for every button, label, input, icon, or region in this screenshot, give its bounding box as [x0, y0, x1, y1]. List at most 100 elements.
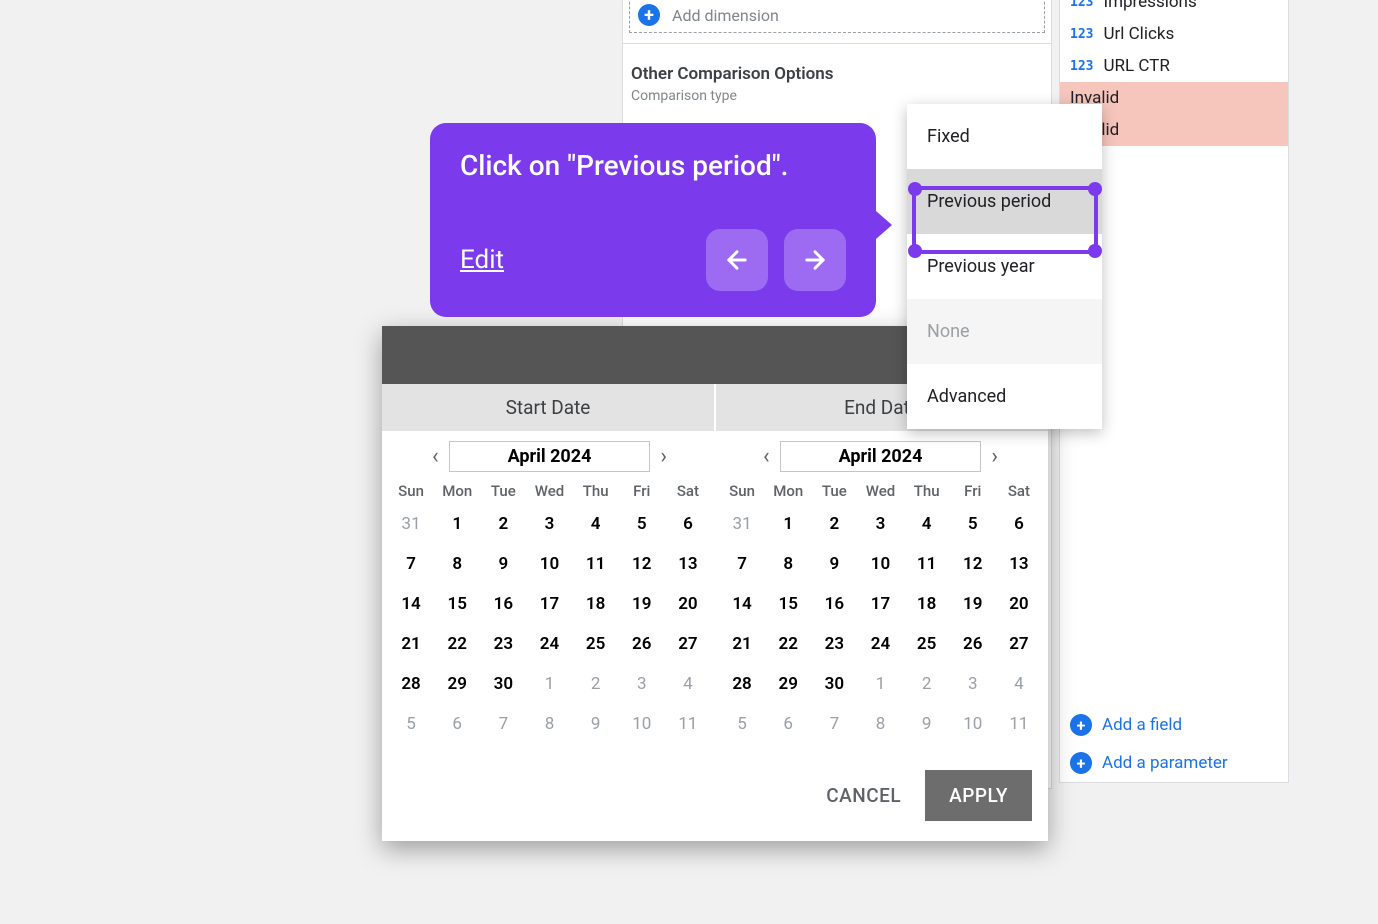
calendar-day[interactable]: 3	[950, 664, 996, 704]
calendar-day[interactable]: 7	[480, 704, 526, 744]
add-field-link[interactable]: + Add a field	[1060, 706, 1288, 744]
calendar-day[interactable]: 30	[480, 664, 526, 704]
calendar-day[interactable]: 4	[904, 504, 950, 544]
calendar-day[interactable]: 11	[665, 704, 711, 744]
calendar-day[interactable]: 15	[765, 584, 811, 624]
calendar-day[interactable]: 22	[765, 624, 811, 664]
calendar-day[interactable]: 1	[526, 664, 572, 704]
calendar-day[interactable]: 31	[719, 504, 765, 544]
option-advanced[interactable]: Advanced	[907, 364, 1102, 429]
calendar-day[interactable]: 14	[388, 584, 434, 624]
add-parameter-link[interactable]: + Add a parameter	[1060, 744, 1288, 782]
calendar-day[interactable]: 13	[996, 544, 1042, 584]
tooltip-prev-button[interactable]	[706, 229, 768, 291]
calendar-day[interactable]: 4	[573, 504, 619, 544]
calendar-day[interactable]: 26	[950, 624, 996, 664]
calendar-day[interactable]: 8	[434, 544, 480, 584]
calendar-day[interactable]: 10	[526, 544, 572, 584]
calendar-day[interactable]: 10	[619, 704, 665, 744]
month-label[interactable]: April 2024	[449, 441, 651, 472]
next-month-button[interactable]: ›	[987, 444, 1002, 469]
calendar-day[interactable]: 12	[619, 544, 665, 584]
field-item[interactable]: 123URL CTR	[1060, 50, 1288, 82]
calendar-day[interactable]: 11	[573, 544, 619, 584]
calendar-day[interactable]: 25	[573, 624, 619, 664]
calendar-day[interactable]: 6	[665, 504, 711, 544]
calendar-day[interactable]: 23	[811, 624, 857, 664]
calendar-day[interactable]: 6	[996, 504, 1042, 544]
calendar-day[interactable]: 9	[904, 704, 950, 744]
calendar-day[interactable]: 3	[619, 664, 665, 704]
apply-button[interactable]: APPLY	[925, 770, 1032, 821]
field-item[interactable]: 123Impressions	[1060, 0, 1288, 18]
calendar-day[interactable]: 12	[950, 544, 996, 584]
option-previous-year[interactable]: Previous year	[907, 234, 1102, 299]
calendar-day[interactable]: 3	[526, 504, 572, 544]
calendar-day[interactable]: 16	[811, 584, 857, 624]
calendar-day[interactable]: 23	[480, 624, 526, 664]
calendar-day[interactable]: 19	[619, 584, 665, 624]
option-fixed[interactable]: Fixed	[907, 104, 1102, 169]
calendar-day[interactable]: 8	[857, 704, 903, 744]
calendar-day[interactable]: 7	[811, 704, 857, 744]
prev-month-button[interactable]: ‹	[759, 444, 774, 469]
calendar-day[interactable]: 20	[665, 584, 711, 624]
month-label[interactable]: April 2024	[780, 441, 982, 472]
calendar-day[interactable]: 6	[434, 704, 480, 744]
option-none[interactable]: None	[907, 299, 1102, 364]
calendar-day[interactable]: 10	[857, 544, 903, 584]
calendar-day[interactable]: 5	[619, 504, 665, 544]
calendar-day[interactable]: 19	[950, 584, 996, 624]
calendar-day[interactable]: 5	[719, 704, 765, 744]
start-date-tab[interactable]: Start Date	[382, 384, 716, 431]
calendar-day[interactable]: 25	[904, 624, 950, 664]
calendar-day[interactable]: 29	[765, 664, 811, 704]
calendar-day[interactable]: 4	[665, 664, 711, 704]
calendar-day[interactable]: 27	[996, 624, 1042, 664]
calendar-day[interactable]: 7	[388, 544, 434, 584]
calendar-day[interactable]: 29	[434, 664, 480, 704]
calendar-day[interactable]: 31	[388, 504, 434, 544]
calendar-day[interactable]: 5	[388, 704, 434, 744]
calendar-day[interactable]: 9	[480, 544, 526, 584]
calendar-day[interactable]: 15	[434, 584, 480, 624]
calendar-day[interactable]: 22	[434, 624, 480, 664]
calendar-day[interactable]: 21	[388, 624, 434, 664]
tooltip-edit-link[interactable]: Edit	[460, 245, 504, 275]
calendar-day[interactable]: 17	[857, 584, 903, 624]
calendar-day[interactable]: 18	[904, 584, 950, 624]
calendar-day[interactable]: 13	[665, 544, 711, 584]
tooltip-next-button[interactable]	[784, 229, 846, 291]
calendar-day[interactable]: 3	[857, 504, 903, 544]
calendar-day[interactable]: 8	[765, 544, 811, 584]
calendar-day[interactable]: 24	[857, 624, 903, 664]
calendar-day[interactable]: 7	[719, 544, 765, 584]
calendar-day[interactable]: 11	[904, 544, 950, 584]
next-month-button[interactable]: ›	[656, 444, 671, 469]
calendar-day[interactable]: 9	[573, 704, 619, 744]
calendar-day[interactable]: 5	[950, 504, 996, 544]
calendar-day[interactable]: 8	[526, 704, 572, 744]
calendar-day[interactable]: 2	[573, 664, 619, 704]
option-previous-period[interactable]: Previous period	[907, 169, 1102, 234]
calendar-day[interactable]: 4	[996, 664, 1042, 704]
add-dimension-button[interactable]: + Add dimension	[629, 0, 1045, 33]
calendar-day[interactable]: 2	[904, 664, 950, 704]
calendar-day[interactable]: 30	[811, 664, 857, 704]
prev-month-button[interactable]: ‹	[428, 444, 443, 469]
calendar-day[interactable]: 14	[719, 584, 765, 624]
calendar-day[interactable]: 26	[619, 624, 665, 664]
calendar-day[interactable]: 1	[765, 504, 811, 544]
calendar-day[interactable]: 9	[811, 544, 857, 584]
calendar-day[interactable]: 28	[719, 664, 765, 704]
calendar-day[interactable]: 2	[480, 504, 526, 544]
calendar-day[interactable]: 2	[811, 504, 857, 544]
calendar-day[interactable]: 27	[665, 624, 711, 664]
calendar-day[interactable]: 1	[857, 664, 903, 704]
calendar-day[interactable]: 16	[480, 584, 526, 624]
calendar-day[interactable]: 10	[950, 704, 996, 744]
calendar-day[interactable]: 28	[388, 664, 434, 704]
calendar-day[interactable]: 11	[996, 704, 1042, 744]
cancel-button[interactable]: CANCEL	[826, 784, 901, 807]
calendar-day[interactable]: 18	[573, 584, 619, 624]
